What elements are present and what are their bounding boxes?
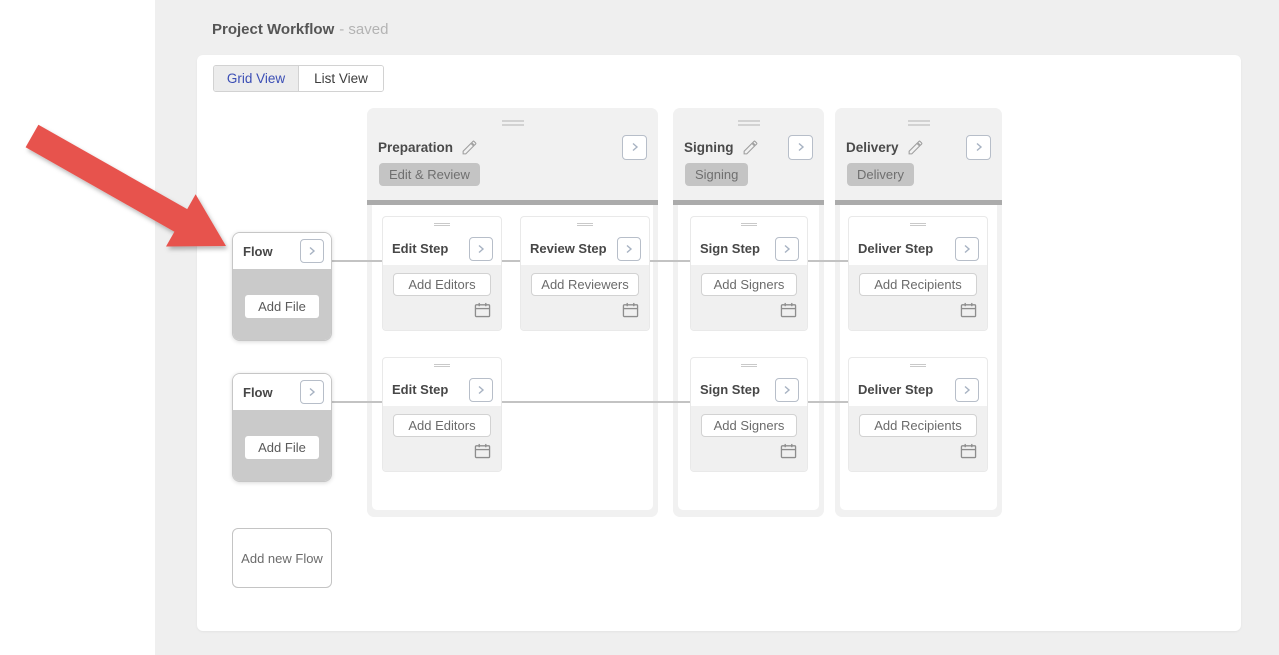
step-title: Deliver Step: [858, 241, 933, 256]
step-header: Review Step: [521, 232, 649, 265]
tab-list-view[interactable]: List View: [299, 66, 383, 91]
flow-header: Flow: [233, 233, 331, 269]
page-title: Project Workflow - saved: [212, 21, 388, 38]
flow-card-row1[interactable]: Flow Add File: [232, 232, 332, 341]
open-step-button[interactable]: [955, 378, 979, 402]
open-step-button[interactable]: [955, 237, 979, 261]
column-type-badge: Edit & Review: [379, 163, 480, 186]
drag-handle-icon[interactable]: [383, 358, 501, 373]
add-new-flow-button[interactable]: Add new Flow: [232, 528, 332, 588]
pencil-icon[interactable]: [742, 139, 759, 156]
step-card-sign[interactable]: Sign Step Add Signers: [690, 357, 808, 472]
step-card-review[interactable]: Review Step Add Reviewers: [520, 216, 650, 331]
step-card-edit[interactable]: Edit Step Add Editors: [382, 357, 502, 472]
column-title: Preparation: [378, 140, 453, 155]
workflow-name: Project Workflow: [212, 21, 334, 38]
step-body: Add Signers: [691, 265, 807, 330]
column-title: Delivery: [846, 140, 899, 155]
pencil-icon[interactable]: [461, 139, 478, 156]
add-editors-button[interactable]: Add Editors: [393, 414, 491, 437]
calendar-icon[interactable]: [960, 443, 977, 459]
step-title: Review Step: [530, 241, 607, 256]
calendar-icon[interactable]: [622, 302, 639, 318]
drag-handle-icon[interactable]: [849, 217, 987, 232]
flow-title: Flow: [243, 244, 273, 259]
flow-body: Add File: [233, 269, 331, 340]
step-card-edit[interactable]: Edit Step Add Editors: [382, 216, 502, 331]
drag-handle-icon[interactable]: [521, 217, 649, 232]
step-body: Add Signers: [691, 406, 807, 471]
column-header: Signing: [673, 132, 824, 162]
add-reviewers-button[interactable]: Add Reviewers: [531, 273, 639, 296]
step-body: Add Editors: [383, 406, 501, 471]
step-title: Sign Step: [700, 241, 760, 256]
drag-handle-icon[interactable]: [691, 358, 807, 373]
open-step-button[interactable]: [469, 237, 493, 261]
step-title: Edit Step: [392, 382, 448, 397]
step-card-deliver[interactable]: Deliver Step Add Recipients: [848, 357, 988, 472]
step-body: Add Recipients: [849, 265, 987, 330]
open-step-button[interactable]: [775, 378, 799, 402]
step-header: Deliver Step: [849, 232, 987, 265]
open-step-button[interactable]: [775, 237, 799, 261]
open-column-button[interactable]: [622, 135, 647, 160]
step-card-deliver[interactable]: Deliver Step Add Recipients: [848, 216, 988, 331]
step-title: Sign Step: [700, 382, 760, 397]
flow-header: Flow: [233, 374, 331, 410]
calendar-icon[interactable]: [960, 302, 977, 318]
step-header: Edit Step: [383, 373, 501, 406]
step-title: Edit Step: [392, 241, 448, 256]
open-column-button[interactable]: [788, 135, 813, 160]
step-body: Add Reviewers: [521, 265, 649, 330]
calendar-icon[interactable]: [780, 302, 797, 318]
column-header: Preparation: [367, 132, 658, 162]
view-switcher: Grid View List View: [213, 65, 384, 92]
step-body: Add Editors: [383, 265, 501, 330]
open-step-button[interactable]: [469, 378, 493, 402]
add-signers-button[interactable]: Add Signers: [701, 414, 797, 437]
step-header: Deliver Step: [849, 373, 987, 406]
step-header: Edit Step: [383, 232, 501, 265]
calendar-icon[interactable]: [474, 443, 491, 459]
step-header: Sign Step: [691, 373, 807, 406]
drag-handle-icon[interactable]: [849, 358, 987, 373]
step-title: Deliver Step: [858, 382, 933, 397]
save-status: - saved: [339, 21, 388, 38]
drag-handle-icon[interactable]: [383, 217, 501, 232]
open-flow-button[interactable]: [300, 239, 324, 263]
workflow-builder-screen: Project Workflow - saved Grid View List V…: [0, 0, 1279, 655]
add-file-button[interactable]: Add File: [245, 436, 319, 459]
drag-handle-icon[interactable]: [908, 120, 930, 128]
step-body: Add Recipients: [849, 406, 987, 471]
calendar-icon[interactable]: [474, 302, 491, 318]
drag-handle-icon[interactable]: [691, 217, 807, 232]
open-step-button[interactable]: [617, 237, 641, 261]
column-type-badge: Delivery: [847, 163, 914, 186]
flow-card-row2[interactable]: Flow Add File: [232, 373, 332, 482]
calendar-icon[interactable]: [780, 443, 797, 459]
tab-grid-view[interactable]: Grid View: [214, 66, 299, 91]
step-header: Sign Step: [691, 232, 807, 265]
add-recipients-button[interactable]: Add Recipients: [859, 414, 977, 437]
add-editors-button[interactable]: Add Editors: [393, 273, 491, 296]
column-title: Signing: [684, 140, 734, 155]
drag-handle-icon[interactable]: [738, 120, 760, 128]
open-column-button[interactable]: [966, 135, 991, 160]
add-signers-button[interactable]: Add Signers: [701, 273, 797, 296]
pencil-icon[interactable]: [907, 139, 924, 156]
step-card-sign[interactable]: Sign Step Add Signers: [690, 216, 808, 331]
drag-handle-icon[interactable]: [502, 120, 524, 128]
add-file-button[interactable]: Add File: [245, 295, 319, 318]
column-header: Delivery: [835, 132, 1002, 162]
flow-title: Flow: [243, 385, 273, 400]
open-flow-button[interactable]: [300, 380, 324, 404]
add-recipients-button[interactable]: Add Recipients: [859, 273, 977, 296]
column-type-badge: Signing: [685, 163, 748, 186]
flow-body: Add File: [233, 410, 331, 481]
